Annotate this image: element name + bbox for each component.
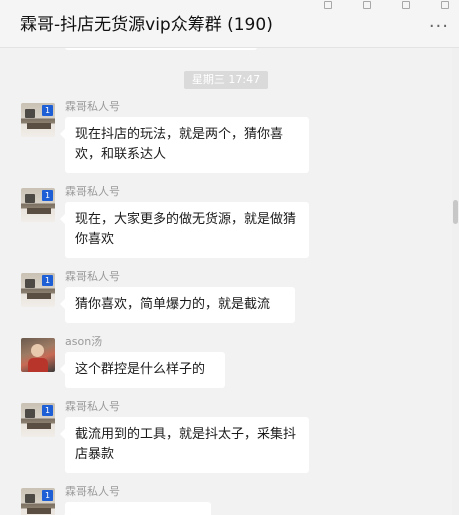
time-divider: 星期三 17:47 (184, 71, 268, 89)
sender-name: ason汤 (65, 335, 103, 348)
chat-header: 霖哥-抖店无货源vip众筹群 (190) ··· (0, 0, 459, 48)
more-options-button[interactable]: ··· (429, 17, 449, 37)
scrollbar-thumb[interactable] (453, 200, 458, 224)
member-badge: 1 (42, 105, 53, 116)
pin-icon[interactable] (323, 1, 332, 9)
chat-title[interactable]: 霖哥-抖店无货源vip众筹群 (190) (20, 10, 273, 35)
member-badge: 1 (42, 490, 53, 501)
message-bubble[interactable] (60, 502, 211, 515)
close-icon[interactable] (441, 1, 449, 9)
sender-name: 霖哥私人号 (65, 485, 120, 498)
message-bubble[interactable]: 这个群控是什么样子的 (60, 352, 225, 388)
sender-name: 霖哥私人号 (65, 100, 120, 113)
message-bubble[interactable]: 现在，大家更多的做无货源，就是做猜你喜欢 (60, 202, 309, 258)
message-bubble[interactable]: 截流用到的工具，就是抖太子，采集抖店暴款 (60, 417, 309, 473)
avatar[interactable] (21, 338, 55, 372)
avatar[interactable]: 1 (21, 273, 55, 307)
minimize-icon[interactable] (362, 1, 371, 9)
message-list[interactable]: 星期三 17:47 1 霖哥私人号 现在抖店的玩法，就是两个，猜你喜欢，和联系达… (0, 48, 452, 515)
member-badge: 1 (42, 190, 53, 201)
avatar[interactable]: 1 (21, 488, 55, 515)
previous-message-bubble (65, 48, 257, 50)
member-badge: 1 (42, 275, 53, 286)
sender-name: 霖哥私人号 (65, 400, 120, 413)
sender-name: 霖哥私人号 (65, 270, 120, 283)
scrollbar[interactable] (452, 48, 459, 515)
member-badge: 1 (42, 405, 53, 416)
avatar[interactable]: 1 (21, 103, 55, 137)
window-controls (298, 0, 449, 9)
sender-name: 霖哥私人号 (65, 185, 120, 198)
message-bubble[interactable]: 猜你喜欢，简单爆力的，就是截流 (60, 287, 295, 323)
avatar[interactable]: 1 (21, 403, 55, 437)
message-bubble[interactable]: 现在抖店的玩法，就是两个，猜你喜欢，和联系达人 (60, 117, 309, 173)
avatar[interactable]: 1 (21, 188, 55, 222)
maximize-icon[interactable] (401, 1, 410, 9)
